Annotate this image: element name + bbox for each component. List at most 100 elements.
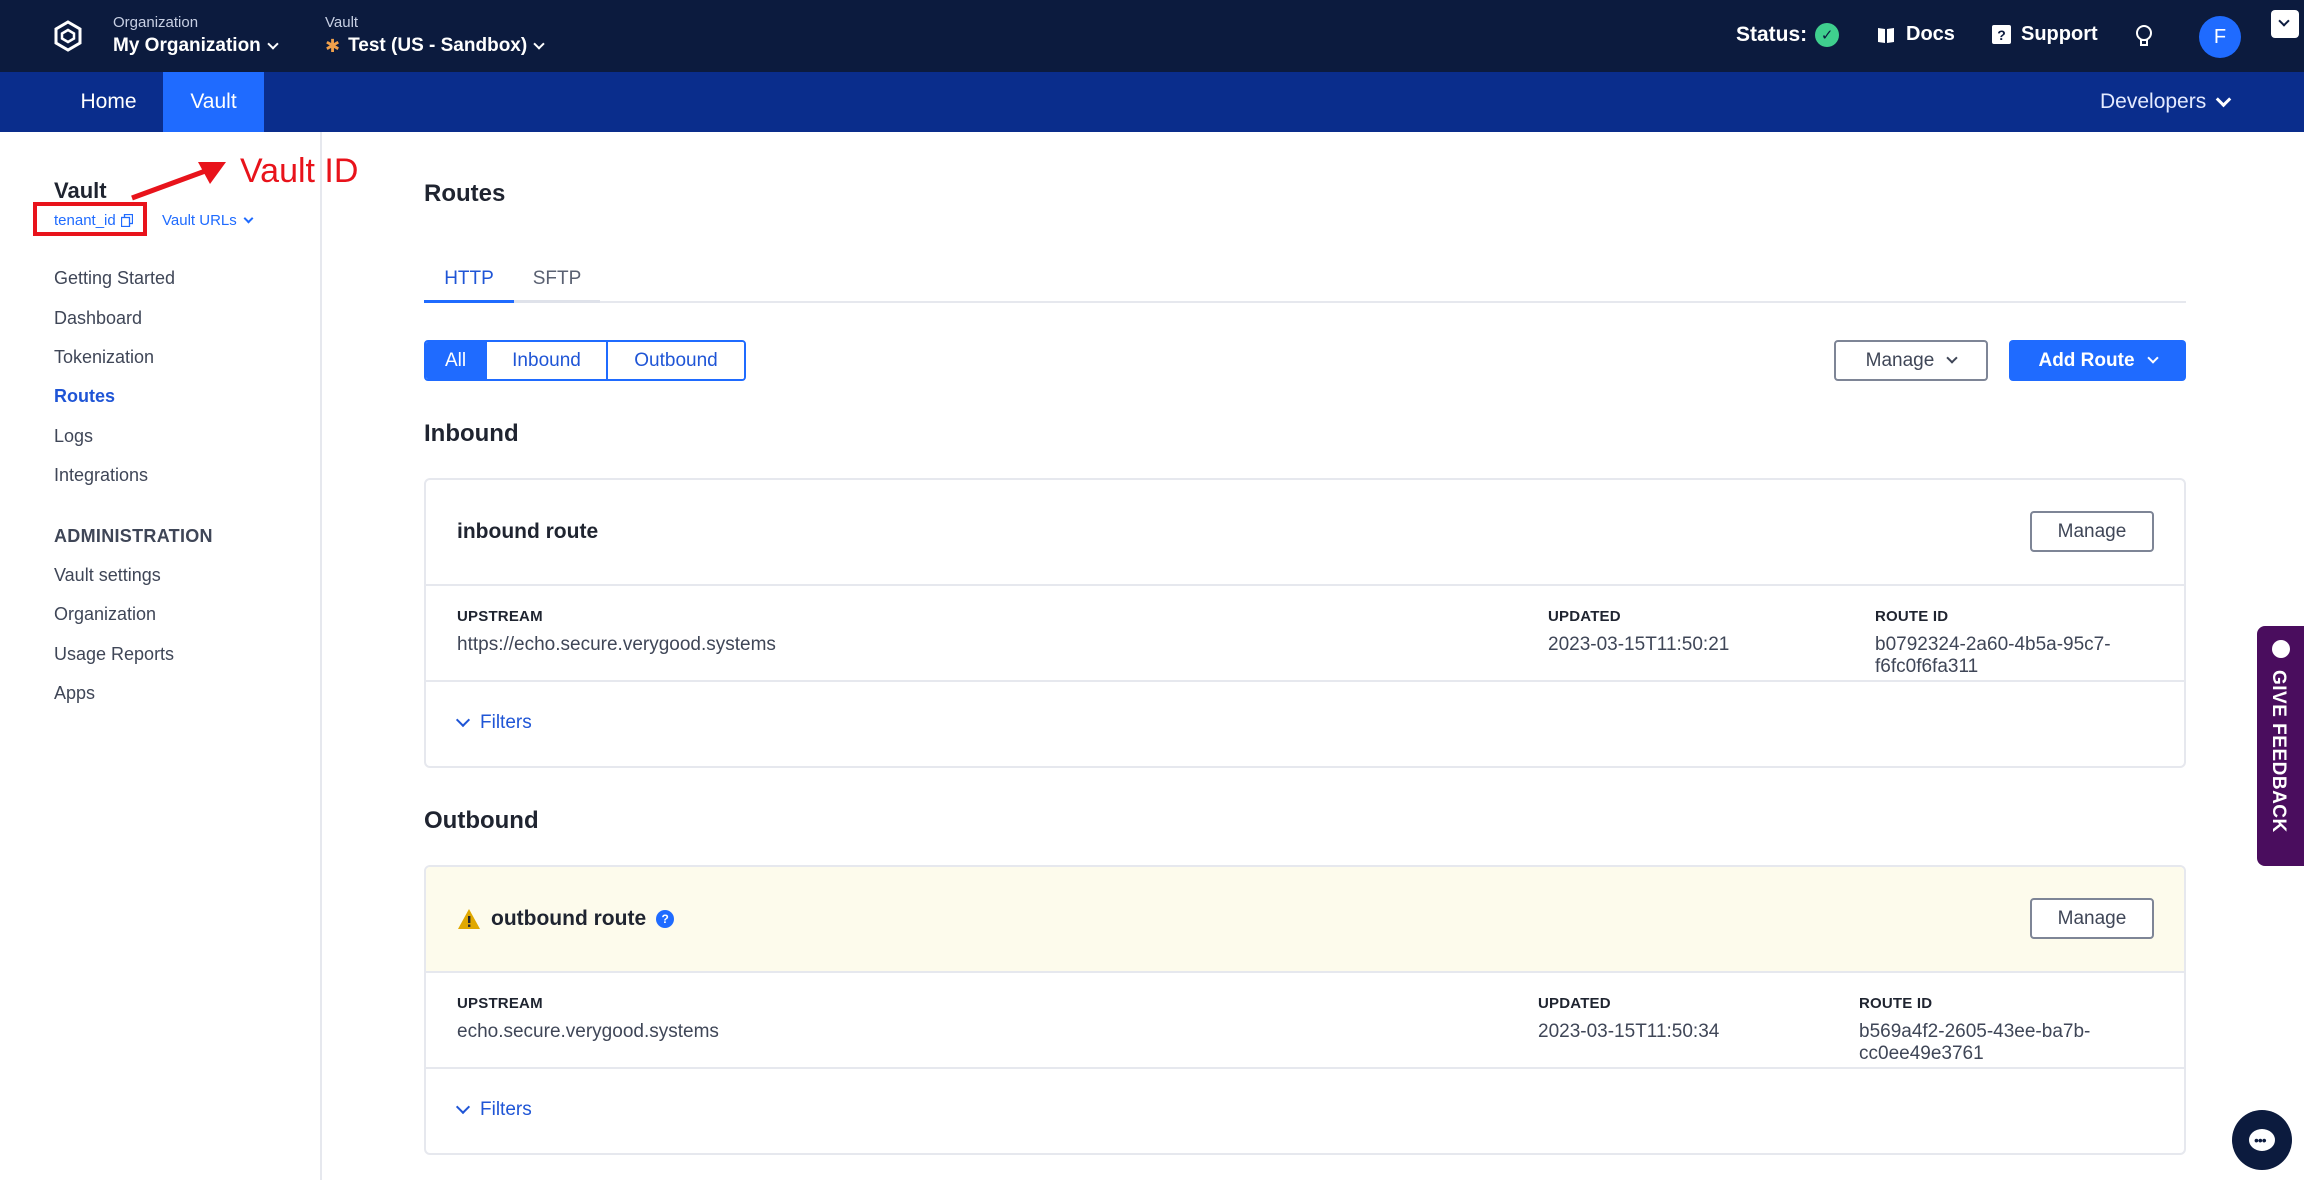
vault-selector[interactable]: Vault ✱ Test (US - Sandbox) xyxy=(325,14,545,57)
chevron-down-icon xyxy=(2215,91,2232,107)
avatar-initial: F xyxy=(2213,25,2227,48)
sidebar-item-apps[interactable]: Apps xyxy=(54,683,95,704)
chat-launcher-button[interactable]: ••• xyxy=(2232,1110,2292,1170)
organization-selector[interactable]: Organization My Organization xyxy=(113,14,279,57)
vault-label: Vault xyxy=(325,14,359,31)
browser-menu-button[interactable] xyxy=(2271,10,2299,38)
copy-icon xyxy=(120,214,133,227)
route-name-text: outbound route xyxy=(491,907,647,930)
upstream-value: echo.secure.verygood.systems xyxy=(457,1021,719,1042)
top-bar: Organization My Organization Vault ✱ Tes… xyxy=(0,0,2304,72)
tab-http[interactable]: HTTP xyxy=(424,268,514,303)
chat-dots-icon: ••• xyxy=(2254,1132,2267,1148)
route-id-label: ROUTE ID xyxy=(1875,608,1949,625)
page-title: Routes xyxy=(424,180,506,207)
nav-tab-home[interactable]: Home xyxy=(57,72,160,132)
manage-label: Manage xyxy=(1865,349,1935,371)
add-route-button[interactable]: Add Route xyxy=(2009,340,2186,381)
developers-menu[interactable]: Developers xyxy=(2100,72,2232,132)
chevron-down-icon xyxy=(2278,15,2290,27)
docs-label: Docs xyxy=(1906,23,1955,45)
developers-label: Developers xyxy=(2100,90,2207,113)
sidebar-item-vault-settings[interactable]: Vault settings xyxy=(54,565,161,586)
user-avatar[interactable]: F xyxy=(2199,16,2241,58)
route-id-value: b569a4f2-2605-43ee-ba7b-cc0ee49e3761 xyxy=(1859,1021,2091,1064)
manage-route-button[interactable]: Manage xyxy=(2030,511,2154,552)
chevron-down-icon xyxy=(1946,352,1958,364)
outbound-section-title: Outbound xyxy=(424,807,539,834)
updated-label: UPDATED xyxy=(1548,608,1621,625)
route-card-footer: Filters xyxy=(426,1069,2184,1153)
sidebar-item-logs[interactable]: Logs xyxy=(54,426,93,447)
route-card-footer: Filters xyxy=(426,682,2184,766)
annotation-arrow-icon xyxy=(131,162,226,201)
sidebar-item-usage-reports[interactable]: Usage Reports xyxy=(54,644,174,665)
sandbox-icon: ✱ xyxy=(325,35,341,56)
nav-tab-vault[interactable]: Vault xyxy=(163,72,264,132)
route-details: UPSTREAM echo.secure.verygood.systems UP… xyxy=(426,973,2184,1069)
docs-link[interactable]: Docs xyxy=(1876,23,1955,46)
updated-value: 2023-03-15T11:50:34 xyxy=(1538,1021,1720,1042)
support-label: Support xyxy=(2021,23,2098,45)
upstream-label: UPSTREAM xyxy=(457,608,543,625)
chevron-down-icon xyxy=(2146,352,2159,364)
filter-all-button[interactable]: All xyxy=(426,342,487,379)
route-details: UPSTREAM https://echo.secure.verygood.sy… xyxy=(426,586,2184,682)
vgs-logo-icon[interactable] xyxy=(52,20,84,52)
sidebar-item-tokenization[interactable]: Tokenization xyxy=(54,347,154,368)
sidebar-item-organization[interactable]: Organization xyxy=(54,604,156,625)
warning-icon xyxy=(458,909,480,929)
inbound-route-card: inbound route Manage UPSTREAM https://ec… xyxy=(424,478,2186,768)
question-icon: ? xyxy=(1992,25,2011,44)
sidebar: Vault tenant_id Vault URLs Getting Start… xyxy=(0,132,322,1180)
route-name-text: inbound route xyxy=(457,520,599,543)
help-icon[interactable]: ? xyxy=(656,910,675,928)
status-ok-icon: ✓ xyxy=(1815,23,1840,47)
upstream-label: UPSTREAM xyxy=(457,995,543,1012)
chevron-down-icon xyxy=(243,213,254,224)
route-card-header: inbound route Manage xyxy=(426,480,2184,586)
sidebar-title: Vault xyxy=(54,178,107,203)
filters-toggle[interactable]: Filters xyxy=(455,712,532,734)
tenant-id-copy[interactable]: tenant_id xyxy=(54,212,133,229)
filters-toggle[interactable]: Filters xyxy=(455,1099,532,1121)
chevron-down-icon xyxy=(533,37,545,50)
sidebar-item-integrations[interactable]: Integrations xyxy=(54,465,148,486)
give-feedback-label: GIVE FEEDBACK xyxy=(2268,670,2289,833)
chevron-down-icon xyxy=(455,712,471,728)
sidebar-item-dashboard[interactable]: Dashboard xyxy=(54,308,142,329)
sidebar-item-routes[interactable]: Routes xyxy=(54,386,115,407)
lightbulb-icon[interactable] xyxy=(2134,24,2154,48)
organization-value: My Organization xyxy=(113,35,261,56)
give-feedback-tab[interactable]: GIVE FEEDBACK xyxy=(2257,626,2304,866)
feedback-icon xyxy=(2272,640,2290,658)
add-route-label: Add Route xyxy=(2038,349,2135,371)
filters-label: Filters xyxy=(480,712,532,733)
route-id-label: ROUTE ID xyxy=(1859,995,1933,1012)
upstream-value: https://echo.secure.verygood.systems xyxy=(457,634,776,655)
tab-sftp[interactable]: SFTP xyxy=(514,268,600,303)
chevron-down-icon xyxy=(455,1099,471,1115)
support-link[interactable]: ? Support xyxy=(1992,23,2098,46)
main-content: Routes HTTP SFTP All Inbound Outbound Ma… xyxy=(324,132,2304,1180)
tabs-divider xyxy=(424,301,2186,303)
route-name: inbound route xyxy=(457,520,598,544)
vault-value: Test (US - Sandbox) xyxy=(348,35,528,56)
vault-urls-dropdown[interactable]: Vault URLs xyxy=(162,212,254,229)
manage-route-button[interactable]: Manage xyxy=(2030,898,2154,939)
direction-filter: All Inbound Outbound xyxy=(424,340,746,381)
nav-bar: Home Vault Developers xyxy=(0,72,2304,132)
sidebar-heading-administration: ADMINISTRATION xyxy=(54,526,213,546)
outbound-route-card: outbound route ? Manage UPSTREAM echo.se… xyxy=(424,865,2186,1155)
sidebar-item-getting-started[interactable]: Getting Started xyxy=(54,268,175,289)
filter-outbound-button[interactable]: Outbound xyxy=(608,342,744,379)
status-indicator[interactable]: Status: ✓ xyxy=(1736,23,1840,47)
status-label: Status: xyxy=(1736,23,1808,46)
manage-dropdown-button[interactable]: Manage xyxy=(1834,340,1988,381)
updated-value: 2023-03-15T11:50:21 xyxy=(1548,634,1730,655)
filters-label: Filters xyxy=(480,1099,532,1120)
filter-inbound-button[interactable]: Inbound xyxy=(487,342,608,379)
route-name: outbound route ? xyxy=(457,907,675,931)
book-icon xyxy=(1878,27,1894,43)
organization-label: Organization xyxy=(113,14,199,31)
